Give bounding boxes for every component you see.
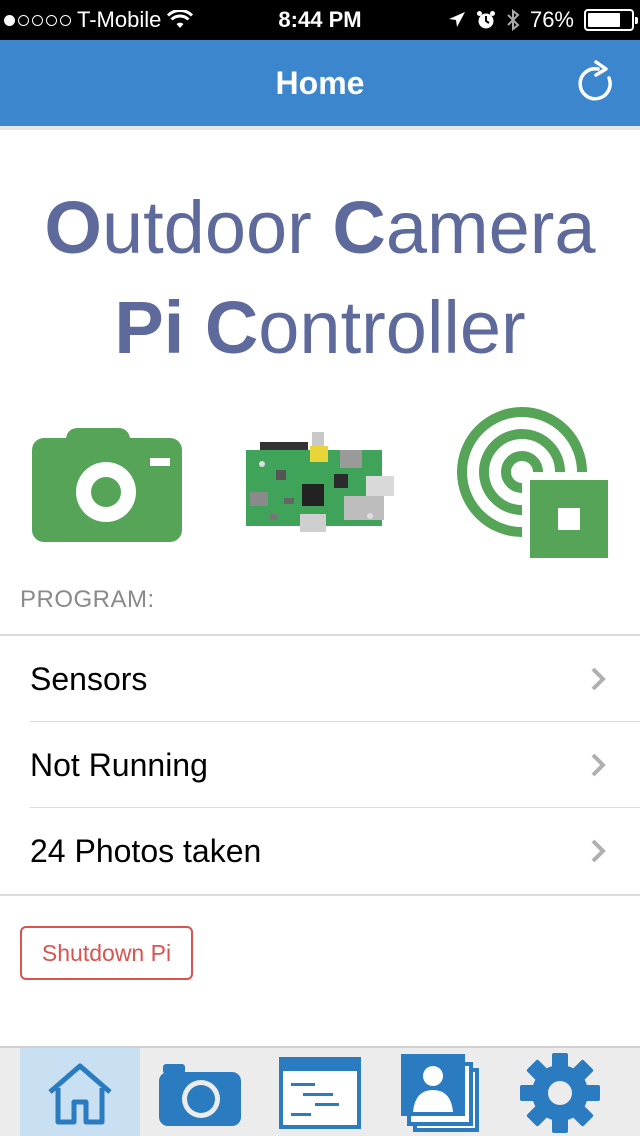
title-word-part: utdoor (101, 186, 312, 269)
tab-settings[interactable] (500, 1048, 620, 1136)
title-initial: C (332, 186, 386, 269)
battery-percent: 76% (529, 7, 574, 32)
raspberry-pi-board-icon[interactable] (240, 430, 400, 536)
status-bar: T-Mobile 8:44 PM 76% (0, 0, 640, 40)
home-icon (48, 1063, 112, 1125)
photo-gallery-icon (401, 1054, 479, 1132)
list-item-photos-taken[interactable]: 24 Photos taken (30, 808, 640, 894)
list-item-label: Sensors (30, 661, 148, 697)
bluetooth-icon (507, 8, 520, 32)
battery-fill (588, 13, 620, 27)
app-title-line-1: Outdoor Camera (0, 178, 640, 278)
shutdown-pi-button[interactable]: Shutdown Pi (20, 926, 193, 980)
list-item-label: 24 Photos taken (30, 833, 262, 869)
log-window-icon (279, 1057, 361, 1129)
tab-home[interactable] (20, 1048, 140, 1136)
title-word-part: amera (385, 186, 596, 269)
title-initial: C (204, 286, 259, 369)
app-title-line-2: Pi Controller (0, 278, 640, 378)
chevron-right-icon (591, 753, 606, 777)
list-item-sensors[interactable]: Sensors (30, 636, 640, 722)
program-list: Sensors Not Running 24 Photos taken (0, 634, 640, 896)
program-section-label: PROGRAM: (20, 586, 155, 613)
refresh-icon[interactable] (576, 60, 616, 104)
battery-icon (584, 9, 638, 31)
tab-gallery[interactable] (380, 1048, 500, 1136)
chevron-right-icon (591, 839, 606, 863)
status-right: 76% (448, 0, 638, 40)
camera-icon[interactable] (32, 424, 182, 542)
tab-bar (0, 1046, 640, 1136)
sensor-signal-icon[interactable] (456, 406, 612, 562)
title-initial: O (44, 186, 102, 269)
chevron-right-icon (591, 667, 606, 691)
title-initial: Pi (114, 286, 185, 369)
settings-gear-icon (520, 1053, 600, 1133)
camera-icon (159, 1064, 241, 1126)
title-word-part: ontroller (258, 286, 526, 369)
app-title: Outdoor Camera Pi Controller (0, 178, 640, 378)
location-arrow-icon (448, 12, 465, 27)
alarm-clock-icon (476, 11, 495, 29)
nav-divider (0, 126, 640, 130)
nav-title: Home (275, 65, 365, 101)
list-item-label: Not Running (30, 747, 208, 783)
navigation-bar: Home (0, 40, 640, 126)
tab-camera[interactable] (140, 1048, 260, 1136)
list-item-program-status[interactable]: Not Running (30, 722, 640, 808)
tab-log[interactable] (260, 1048, 380, 1136)
feature-icons (0, 400, 640, 565)
